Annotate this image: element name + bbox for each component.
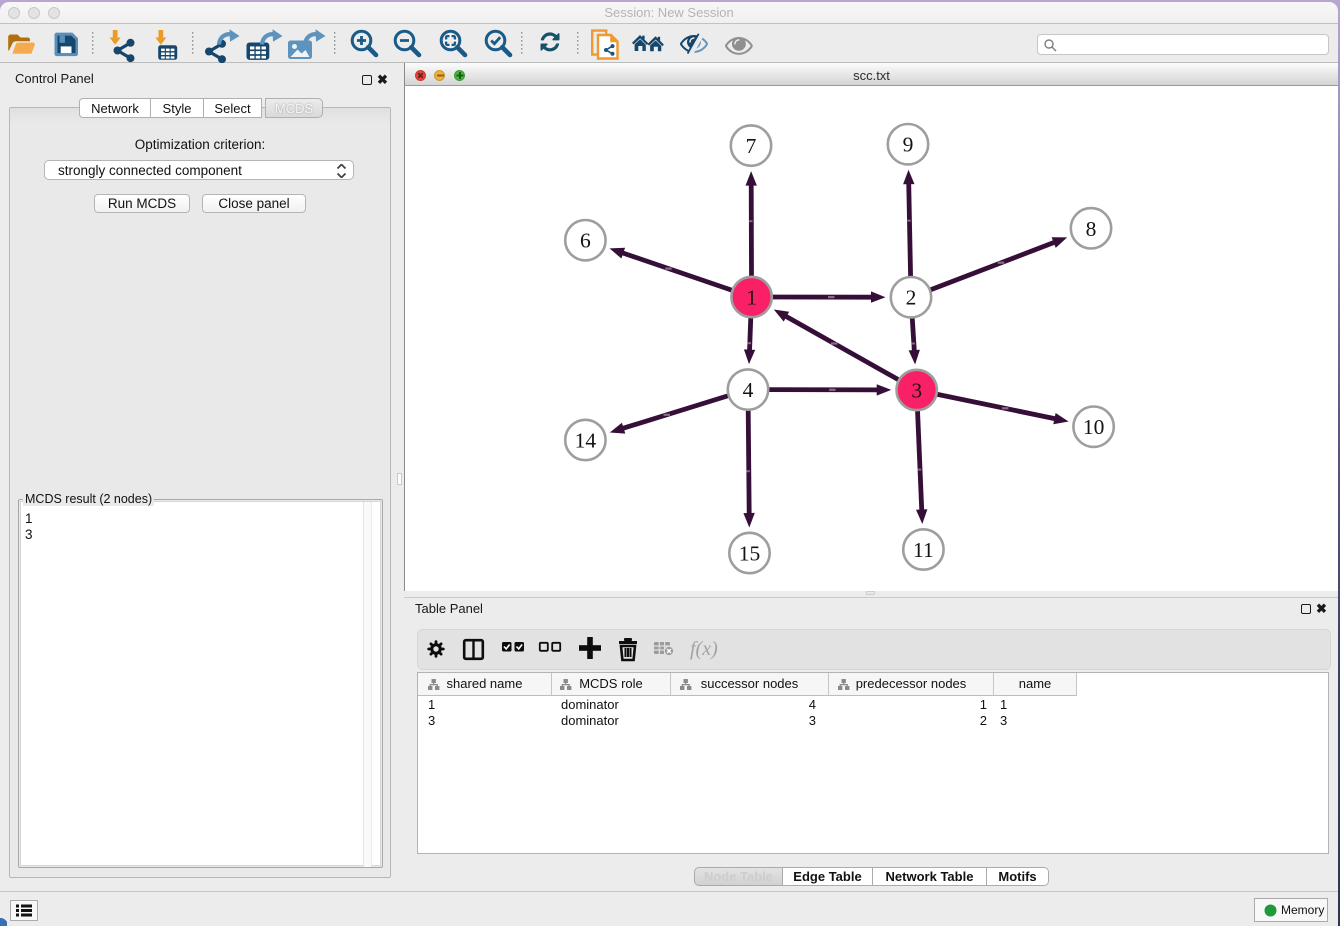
svg-text:3: 3 [911, 379, 922, 403]
svg-text:9: 9 [903, 133, 914, 157]
svg-text:14: 14 [575, 429, 597, 453]
svg-text:6: 6 [580, 229, 591, 253]
svg-text:15: 15 [739, 542, 761, 566]
svg-text:11: 11 [913, 538, 934, 562]
svg-text:f(x): f(x) [690, 638, 718, 660]
svg-text:10: 10 [1083, 415, 1105, 439]
svg-text:4: 4 [743, 378, 754, 402]
svg-text:7: 7 [746, 134, 757, 158]
svg-text:2: 2 [906, 286, 917, 310]
svg-text:8: 8 [1086, 217, 1097, 241]
svg-text:1: 1 [746, 286, 757, 310]
